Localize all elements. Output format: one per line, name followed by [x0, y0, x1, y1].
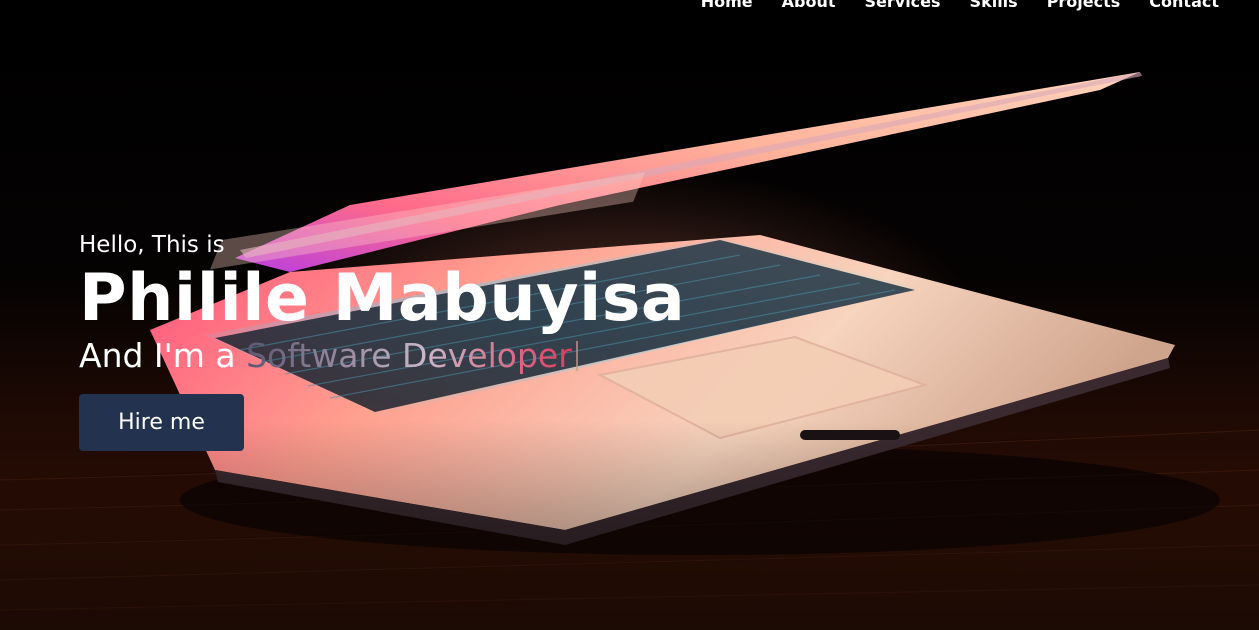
typed-role: Software Developer	[246, 336, 572, 375]
hero-name: Philile Mabuyisa	[79, 261, 686, 336]
hero-content: Hello, This is Philile Mabuyisa And I'm …	[79, 228, 685, 451]
nav-link-projects[interactable]: Projects	[1047, 0, 1121, 12]
typing-cursor	[575, 341, 578, 371]
nav-link-contact[interactable]: Contact	[1149, 0, 1219, 12]
main-nav: Home About Services Skills Projects Cont…	[701, 0, 1219, 12]
nav-link-home[interactable]: Home	[701, 0, 753, 12]
nav-link-skills[interactable]: Skills	[970, 0, 1018, 12]
hire-me-button[interactable]: Hire me	[79, 394, 244, 451]
hero-greeting: Hello, This is	[79, 232, 225, 258]
hero-tagline: And I'm a Software Developer	[79, 334, 685, 378]
hero-section: Home About Services Skills Projects Cont…	[0, 0, 1259, 630]
nav-link-about[interactable]: About	[782, 0, 836, 12]
nav-link-services[interactable]: Services	[865, 0, 941, 12]
tagline-prefix: And I'm a	[79, 336, 247, 375]
